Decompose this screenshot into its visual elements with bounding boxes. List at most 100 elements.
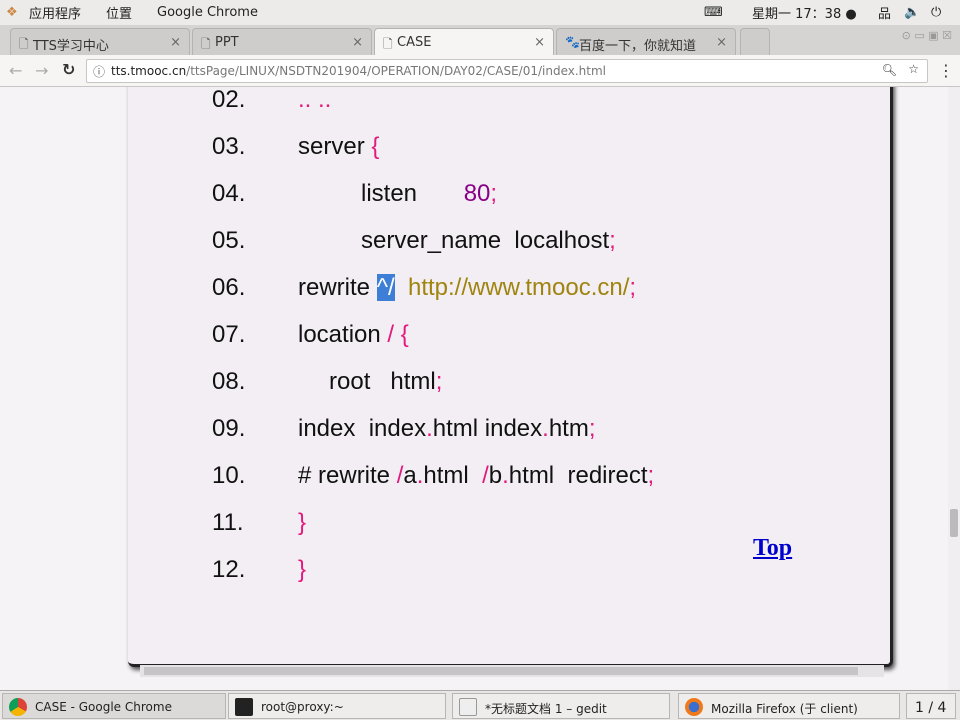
bookmark-star-icon[interactable]: ☆ (908, 62, 919, 76)
tab-label: PPT (215, 35, 239, 50)
code-token: . (502, 462, 509, 489)
workspace-switcher[interactable]: 1 / 4 (906, 693, 956, 719)
apps-icon: ❖ (6, 5, 18, 20)
close-icon[interactable]: × (170, 35, 181, 50)
code-text: root html; (329, 368, 442, 396)
code-text: # rewrite /a.html /b.html redirect; (298, 462, 654, 490)
code-token: listen (361, 180, 464, 207)
app-menu[interactable]: Google Chrome (157, 5, 258, 20)
close-icon[interactable]: × (352, 35, 363, 50)
code-token: 80 (463, 180, 491, 207)
network-icon[interactable]: 品 (878, 3, 891, 22)
task-chrome[interactable]: CASE - Google Chrome (2, 693, 226, 719)
menu-icon[interactable]: ⋮ (938, 61, 954, 80)
tab-label: CASE (397, 35, 432, 50)
page-content: 02. .. .. 03. server {04. listen 80; 05. serve… (0, 87, 948, 690)
workspace-label: 1 / 4 (915, 700, 947, 716)
code-token: } (298, 556, 307, 583)
line-number: 09. (212, 415, 246, 442)
line-number: 03. (212, 133, 246, 160)
code-token: / (482, 462, 489, 489)
vertical-scrollbar[interactable] (948, 87, 960, 690)
places-menu[interactable]: 位置 (106, 3, 132, 22)
code-token: ^/ (376, 274, 395, 301)
tab-ppt[interactable]: 🗋 PPT × (192, 28, 372, 55)
tab-tts[interactable]: 🗋 TTS学习中心 × (10, 28, 190, 55)
code-token: server (298, 133, 372, 160)
tab-strip: 🗋 TTS学习中心 × 🗋 PPT × 🗋 CASE × 🐾 百度一下，你就知道 × ⊙ ▭ ▣… (0, 25, 960, 55)
page-icon: 🗋 (201, 37, 211, 51)
code-token: { (371, 133, 380, 160)
scroll-thumb[interactable] (950, 509, 958, 537)
code-card: 02. .. .. 03. server {04. listen 80; 05. serve… (128, 87, 893, 667)
address-bar[interactable]: ⓘ tts.tmooc.cn/ttsPage/LINUX/NSDTN201904… (86, 59, 928, 83)
line-number: 02. (212, 87, 246, 113)
url-host: tts.tmooc.cn (111, 64, 187, 78)
zoom-icon[interactable]: 🔍︎ (882, 63, 897, 77)
code-token: } (298, 509, 307, 536)
system-top-bar: ❖ 应用程序 位置 Google Chrome ⌨ 星期一 17：38 ● 品 … (0, 0, 960, 25)
code-token: location (298, 321, 388, 348)
code-token: . (426, 415, 433, 442)
code-token: http://www.tmooc.cn/ (407, 274, 630, 301)
keyboard-icon[interactable]: ⌨ (704, 5, 723, 20)
line-number: 10. (212, 462, 246, 489)
tab-case[interactable]: 🗋 CASE × (374, 28, 554, 55)
line-number: 08. (212, 368, 246, 395)
code-token: html redirect (508, 462, 648, 489)
info-icon: ⓘ (93, 65, 106, 79)
gedit-icon (459, 698, 477, 716)
reload-icon[interactable]: ↻ (62, 60, 75, 79)
back-icon[interactable]: ← (9, 61, 22, 80)
task-terminal[interactable]: root@proxy:~ (228, 693, 446, 719)
task-gedit[interactable]: *无标题文档 1 – gedit (452, 693, 670, 719)
code-token: ; (609, 227, 616, 254)
clock[interactable]: 星期一 17：38 ● (752, 3, 857, 22)
code-token: . (542, 415, 549, 442)
page-icon: 🗋 (19, 37, 29, 51)
close-icon[interactable]: × (534, 35, 545, 50)
volume-icon[interactable]: 🔈 (904, 5, 920, 20)
code-token: rewrite (298, 274, 377, 301)
forward-icon[interactable]: → (35, 61, 48, 80)
code-text: listen 80; (361, 180, 497, 208)
toolbar: ← → ↻ ⓘ tts.tmooc.cn/ttsPage/LINUX/NSDTN… (0, 55, 960, 87)
line-number: 07. (212, 321, 246, 348)
code-token: root html (329, 368, 436, 395)
firefox-icon (685, 698, 703, 716)
code-token: ; (588, 415, 596, 442)
task-label: *无标题文档 1 – gedit (485, 702, 607, 716)
page-icon: 🗋 (383, 37, 393, 51)
apps-menu[interactable]: 应用程序 (29, 3, 81, 22)
code-text: index index.html index.htm; (298, 415, 596, 443)
code-text: } (298, 556, 306, 584)
scroll-thumb[interactable] (144, 667, 858, 675)
tab-label: 百度一下，你就知道 (579, 39, 697, 54)
code-text: .. .. (298, 87, 331, 114)
code-token: html (423, 462, 483, 489)
tab-label: TTS学习中心 (33, 39, 109, 54)
code-token: html index (432, 415, 543, 442)
line-number: 06. (212, 274, 246, 301)
tab-baidu[interactable]: 🐾 百度一下，你就知道 × (556, 28, 736, 55)
code-token: b (488, 462, 503, 489)
line-number: 04. (212, 180, 246, 207)
new-tab-button[interactable] (740, 28, 770, 55)
code-token: index index (298, 415, 427, 442)
task-firefox[interactable]: Mozilla Firefox (于 client) (678, 693, 900, 719)
code-token: server_name localhost (361, 227, 610, 254)
code-token: .. .. (298, 87, 332, 113)
taskbar: CASE - Google Chrome root@proxy:~ *无标题文档… (0, 690, 960, 720)
power-icon[interactable]: ⏻ (931, 5, 941, 20)
top-link[interactable]: Top (753, 535, 792, 562)
horizontal-scrollbar[interactable] (140, 665, 884, 677)
code-token: ; (490, 180, 498, 207)
close-icon[interactable]: × (716, 35, 727, 50)
code-text: location / { (298, 321, 409, 349)
baidu-icon: 🐾 (565, 35, 580, 49)
line-number: 05. (212, 227, 246, 254)
window-controls[interactable]: ⊙ ▭ ▣ ☒ (902, 29, 952, 42)
url-path: /ttsPage/LINUX/NSDTN201904/OPERATION/DAY… (186, 64, 607, 78)
line-number: 11. (212, 509, 244, 536)
